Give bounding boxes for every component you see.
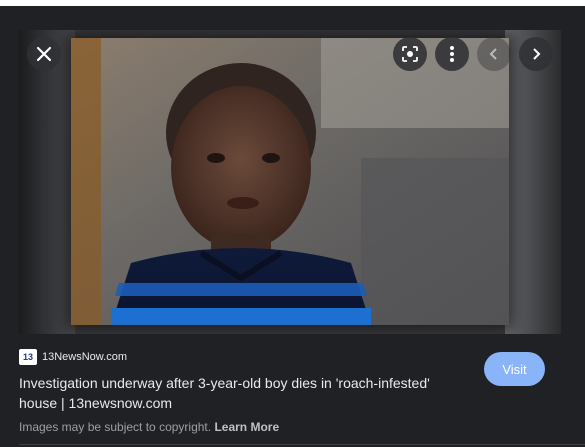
more-options-button[interactable] [435, 37, 469, 71]
photo-of-child [71, 38, 509, 325]
search-inside-image-button[interactable] [393, 37, 427, 71]
previous-image-button[interactable] [477, 37, 511, 71]
source-name[interactable]: 13NewsNow.com [42, 351, 127, 363]
copyright-notice: Images may be subject to copyright. Lear… [19, 420, 279, 434]
image-background-right [505, 30, 561, 334]
source-row[interactable]: 13 13NewsNow.com [19, 348, 127, 366]
next-image-button[interactable] [519, 37, 553, 71]
preview-image[interactable] [19, 30, 561, 334]
copyright-text: Images may be subject to copyright. [19, 420, 212, 434]
chevron-right-icon [533, 48, 541, 60]
chevron-left-icon [489, 48, 497, 60]
close-button[interactable] [27, 37, 61, 71]
more-vert-icon [450, 46, 454, 62]
result-title-link[interactable]: Investigation underway after 3-year-old … [19, 373, 449, 413]
image-background-left [19, 30, 75, 334]
image-viewer-panel: 13 13NewsNow.com Investigation underway … [0, 6, 585, 447]
learn-more-link[interactable]: Learn More [214, 420, 279, 434]
source-favicon: 13 [19, 349, 37, 365]
close-icon [36, 46, 52, 62]
lens-icon [402, 46, 418, 62]
divider [19, 444, 585, 445]
visit-button[interactable]: Visit [484, 352, 545, 386]
